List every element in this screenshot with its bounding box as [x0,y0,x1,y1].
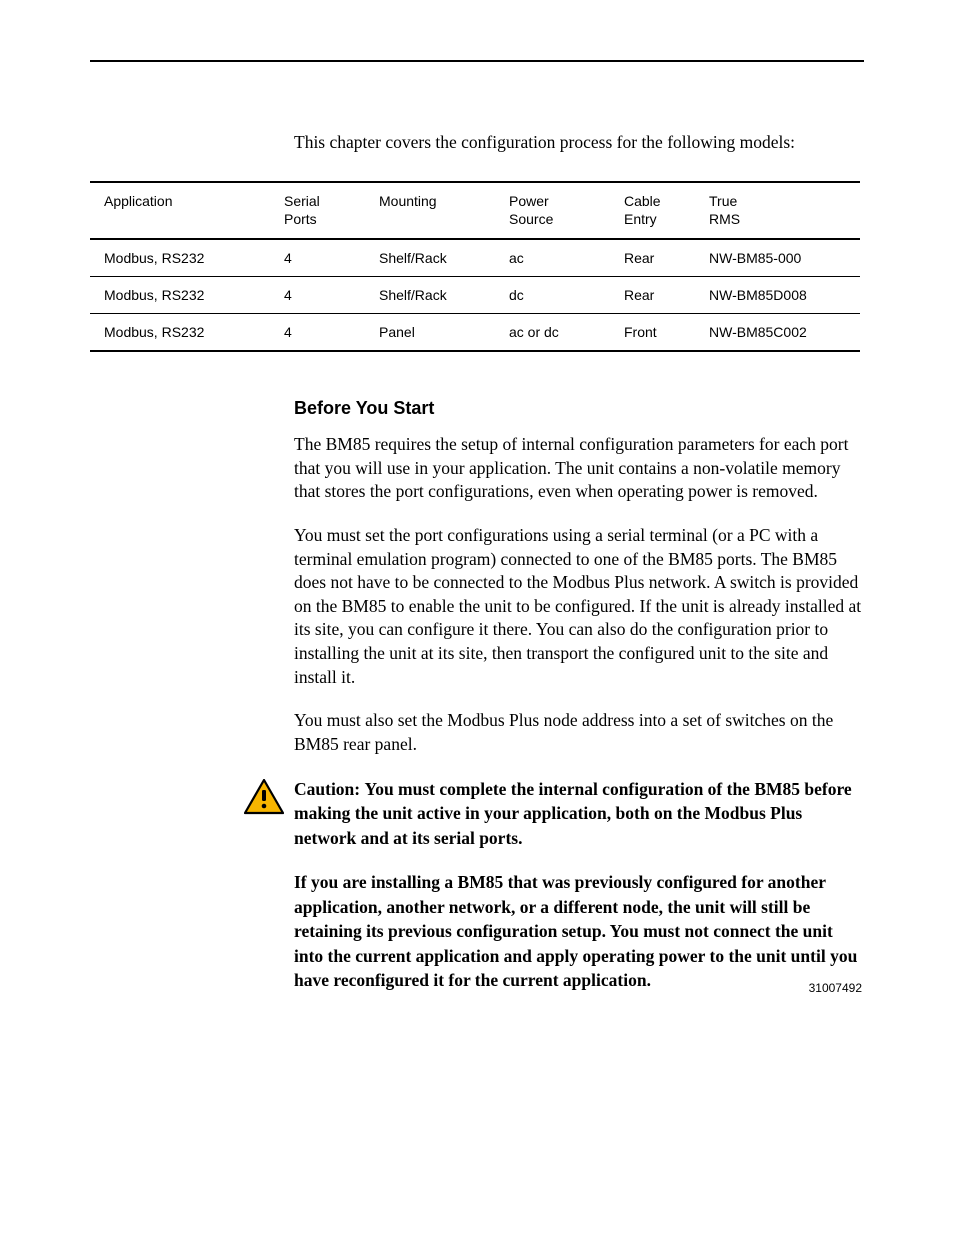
content-area: This chapter covers the configuration pr… [90,62,864,993]
cell: ac or dc [495,314,610,352]
cell: 4 [270,277,365,314]
page: This chapter covers the configuration pr… [0,0,954,1253]
cell: Modbus, RS232 [90,277,270,314]
table-row: Modbus, RS232 4 Shelf/Rack ac Rear NW-BM… [90,239,860,277]
cell: 4 [270,239,365,277]
caution-body: You must complete the internal configura… [294,779,852,848]
cell: dc [495,277,610,314]
models-table: Application Serial Ports Mounting Power … [90,181,860,352]
cell: Panel [365,314,495,352]
paragraph-4: If you are installing a BM85 that was pr… [294,870,864,993]
th-application: Application [90,182,270,239]
cell: Modbus, RS232 [90,314,270,352]
paragraph-1: The BM85 requires the setup of internal … [294,433,864,504]
cell: Rear [610,277,695,314]
th-true-rms: True RMS [695,182,860,239]
th-power-source: Power Source [495,182,610,239]
cell: Modbus, RS232 [90,239,270,277]
cell: NW-BM85C002 [695,314,860,352]
th-mounting: Mounting [365,182,495,239]
caution-text: Caution: You must complete the internal … [294,777,864,851]
caution-block: Caution: You must complete the internal … [244,777,864,851]
table-row: Modbus, RS232 4 Shelf/Rack dc Rear NW-BM… [90,277,860,314]
paragraph-2: You must set the port configurations usi… [294,524,864,689]
th-cable-entry: Cable Entry [610,182,695,239]
cell: Shelf/Rack [365,239,495,277]
table-row: Modbus, RS232 4 Panel ac or dc Front NW-… [90,314,860,352]
caution-label: Caution: [294,779,365,799]
cell: Front [610,314,695,352]
section-heading: Before You Start [294,398,864,419]
cell: NW-BM85D008 [695,277,860,314]
paragraph-3: You must also set the Modbus Plus node a… [294,709,864,756]
cell: Rear [610,239,695,277]
cell: NW-BM85-000 [695,239,860,277]
cell: ac [495,239,610,277]
cell: 4 [270,314,365,352]
document-number: 31007492 [809,981,862,995]
cell: Shelf/Rack [365,277,495,314]
intro-text: This chapter covers the configuration pr… [294,132,864,153]
th-serial-ports: Serial Ports [270,182,365,239]
table-header-row: Application Serial Ports Mounting Power … [90,182,860,239]
warning-triangle-icon [244,779,284,820]
